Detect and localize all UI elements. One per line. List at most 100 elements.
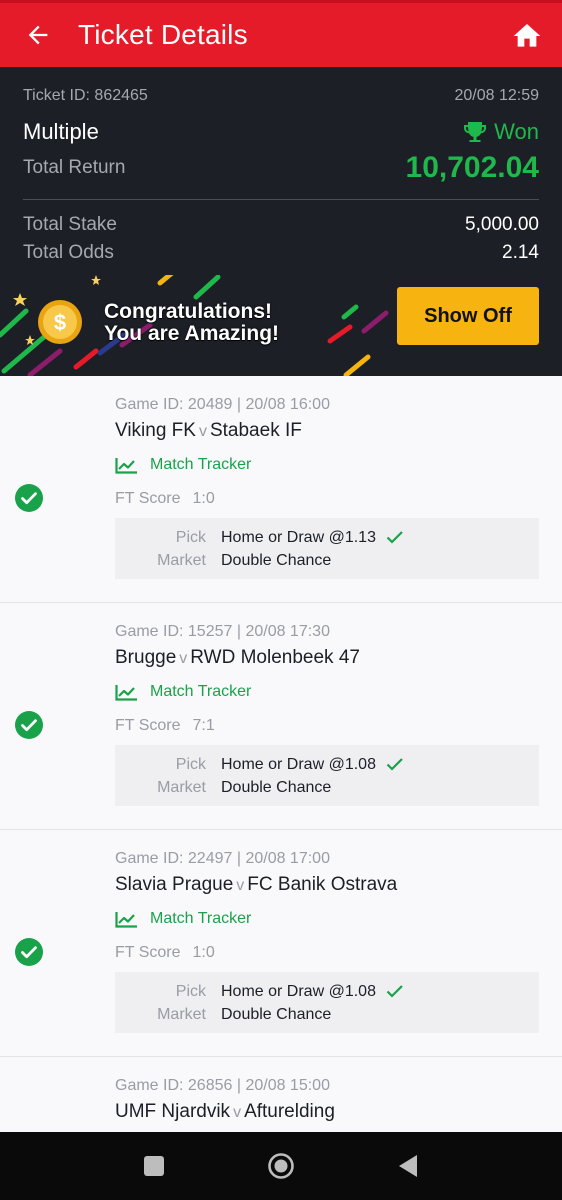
pick-label: Pick: [175, 983, 206, 1000]
match-teams: Slavia Prague v FC Banik Ostrava: [115, 874, 397, 896]
status-badge: Won: [462, 119, 539, 145]
away-team: RWD Molenbeek 47: [190, 647, 360, 668]
ft-score-label: FT Score: [115, 944, 181, 961]
ticket-meta: Ticket ID: 862465 20/08 12:59: [23, 67, 539, 105]
back-nav-button[interactable]: [388, 1146, 428, 1186]
vs-separator: v: [198, 423, 207, 440]
market-value: Double Chance: [221, 552, 332, 569]
total-stake-row: Total Stake 5,000.00: [23, 214, 539, 236]
check-icon: [386, 531, 403, 544]
match-teams: Viking FK v Stabaek IF: [115, 420, 302, 442]
game-meta: Game ID: 20489 | 20/08 16:00: [115, 396, 330, 413]
arrow-left-icon: [28, 25, 48, 45]
match-tracker-label: Match Tracker: [150, 910, 252, 927]
market-value: Double Chance: [221, 1006, 332, 1023]
ft-score: FT Score 1:0: [115, 944, 215, 962]
pick-details: Pick Home or Draw @1.08 Market Double Ch…: [115, 745, 539, 806]
pick-value-row: Home or Draw @1.08: [221, 983, 404, 1001]
app-header: Ticket Details: [0, 3, 562, 67]
selections-list: Game ID: 20489 | 20/08 16:00 Viking FK v S…: [0, 376, 562, 1135]
home-team: Slavia Prague: [115, 874, 234, 895]
pick-value-row: Home or Draw @1.08: [221, 756, 404, 774]
recents-button[interactable]: [134, 1146, 174, 1186]
vs-separator: v: [179, 650, 188, 667]
match-tracker-label: Match Tracker: [150, 456, 252, 473]
away-team: Afturelding: [244, 1101, 335, 1122]
ticket-details-screen: Ticket Details Ticket ID: 862465 20/08 1…: [0, 0, 562, 1200]
trophy-icon: [464, 122, 487, 142]
ft-score-label: FT Score: [115, 490, 181, 507]
pick-details: Pick Home or Draw @1.13 Market Double Ch…: [115, 518, 539, 579]
chart-line-icon: [115, 911, 137, 928]
vs-separator: v: [233, 1104, 242, 1121]
congrats-banner: $ Congratulations! You are Amazing! Show…: [0, 275, 562, 376]
match-tracker-label: Match Tracker: [150, 683, 252, 700]
total-odds-label: Total Odds: [23, 242, 114, 263]
chart-line-icon: [115, 457, 137, 474]
total-odds-row: Total Odds 2.14: [23, 242, 539, 264]
game-meta: Game ID: 26856 | 20/08 15:00: [115, 1077, 330, 1094]
ft-score: FT Score 1:0: [115, 490, 215, 508]
pick-label: Pick: [175, 756, 206, 773]
chart-line-icon: [115, 684, 137, 701]
total-return-value: 10,702.04: [405, 151, 539, 184]
triangle-back-icon: [399, 1155, 418, 1177]
total-stake-value: 5,000.00: [465, 214, 539, 235]
ft-score: FT Score 7:1: [115, 717, 215, 735]
ft-score-value: 1:0: [192, 490, 215, 507]
pick-value: Home or Draw @1.08: [221, 756, 376, 773]
android-nav-bar: [0, 1132, 562, 1200]
match-tracker-link[interactable]: Match Tracker: [115, 910, 251, 928]
ft-score-value: 7:1: [192, 717, 215, 734]
home-team: Brugge: [115, 647, 177, 668]
total-stake-label: Total Stake: [23, 214, 117, 235]
congrats-line2: You are Amazing!: [104, 322, 280, 345]
home-button[interactable]: [510, 19, 544, 53]
game-meta: Game ID: 22497 | 20/08 17:00: [115, 850, 330, 867]
check-circle-icon: [15, 484, 43, 512]
check-icon: [386, 985, 403, 998]
market-value: Double Chance: [221, 779, 332, 796]
selection-item: Game ID: 22497 | 20/08 17:00 Slavia Prag…: [0, 830, 562, 1057]
home-team: UMF Njardvik: [115, 1101, 231, 1122]
pick-value: Home or Draw @1.13: [221, 529, 376, 546]
ft-score-label: FT Score: [115, 717, 181, 734]
match-teams: Brugge v RWD Molenbeek 47: [115, 647, 360, 669]
congrats-line1: Congratulations!: [104, 300, 272, 323]
check-icon: [386, 758, 403, 771]
market-label: Market: [157, 552, 206, 569]
ft-score-value: 1:0: [192, 944, 215, 961]
market-label: Market: [157, 1006, 206, 1023]
selection-item: Game ID: 15257 | 20/08 17:30 Brugge v RWD …: [0, 603, 562, 830]
square-icon: [143, 1156, 164, 1176]
coin-icon: $: [38, 300, 82, 344]
total-odds-value: 2.14: [502, 242, 539, 263]
bet-type: Multiple: [23, 119, 99, 144]
pick-value: Home or Draw @1.08: [221, 983, 376, 1000]
summary-divider: [23, 199, 539, 200]
circle-icon: [268, 1153, 294, 1179]
match-tracker-link[interactable]: Match Tracker: [115, 683, 251, 701]
ticket-type-row: Multiple Won: [23, 119, 539, 145]
vs-separator: v: [236, 877, 245, 894]
home-nav-button[interactable]: [261, 1146, 301, 1186]
match-teams: UMF Njardvik v Afturelding: [115, 1101, 335, 1123]
show-off-button[interactable]: Show Off: [397, 287, 539, 345]
home-icon: [513, 24, 541, 47]
svg-text:$: $: [54, 310, 66, 335]
pick-value-row: Home or Draw @1.13: [221, 529, 404, 547]
check-circle-icon: [15, 938, 43, 966]
ticket-id: Ticket ID: 862465: [23, 87, 148, 104]
pick-details: Pick Home or Draw @1.08 Market Double Ch…: [115, 972, 539, 1033]
match-tracker-link[interactable]: Match Tracker: [115, 456, 251, 474]
congrats-text: Congratulations! You are Amazing!: [104, 301, 279, 345]
away-team: Stabaek IF: [209, 420, 302, 441]
away-team: FC Banik Ostrava: [247, 874, 398, 895]
selection-item: Game ID: 26856 | 20/08 15:00 UMF Njardvi…: [0, 1057, 562, 1135]
status-text: Won: [494, 119, 539, 144]
market-label: Market: [157, 779, 206, 796]
ticket-summary: Ticket ID: 862465 20/08 12:59 Multiple W…: [0, 67, 562, 376]
selection-item: Game ID: 20489 | 20/08 16:00 Viking FK v S…: [0, 376, 562, 603]
ticket-datetime: 20/08 12:59: [454, 87, 539, 104]
back-button[interactable]: [10, 3, 66, 67]
